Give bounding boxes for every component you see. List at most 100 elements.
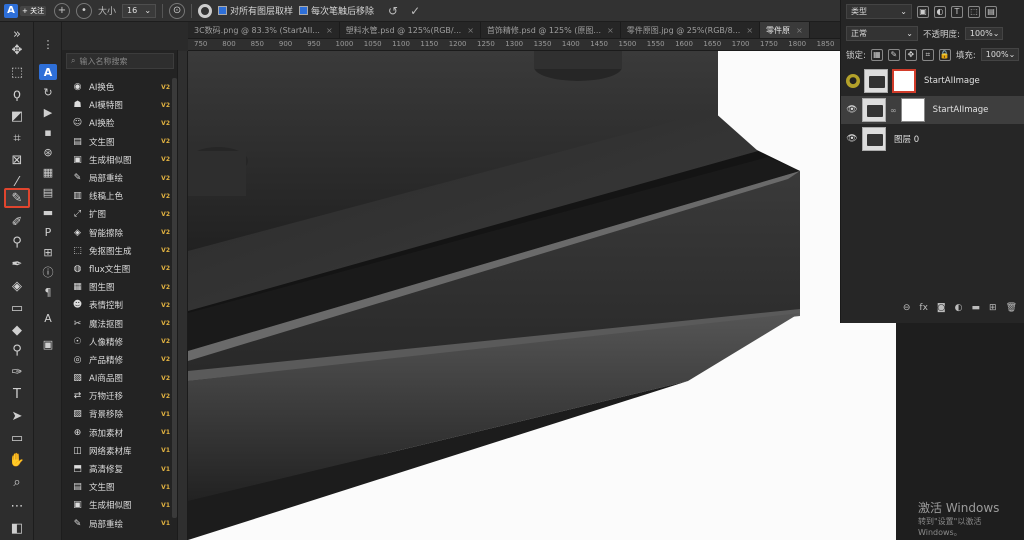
checkbox-checked-icon[interactable] (218, 6, 228, 15)
dodge-tool-icon[interactable]: ⚲ (4, 340, 30, 360)
feature-item[interactable]: ▤ 文生图 V2 (62, 133, 178, 151)
comment-icon[interactable]: ▬ (39, 204, 57, 220)
move-tool-icon[interactable]: ✥ (4, 40, 30, 60)
lock-all-icon[interactable]: 🔒 (938, 48, 951, 61)
blur-tool-icon[interactable]: ◆ (4, 320, 30, 340)
feature-item[interactable]: ⊕ 添加素材 V1 (62, 424, 178, 442)
feature-item[interactable]: ◉ AI换色 V2 (62, 78, 178, 96)
feature-item[interactable]: ✂ 魔法抠图 V2 (62, 314, 178, 332)
startai-logo-icon[interactable]: A (39, 64, 57, 80)
feature-item[interactable]: ☉ 人像精修 V2 (62, 333, 178, 351)
feature-item[interactable]: ☗ AI模特图 V2 (62, 96, 178, 114)
follow-button[interactable]: + 关注 (20, 5, 47, 16)
clone-stamp-tool-icon[interactable]: ⚲ (4, 232, 30, 252)
confirm-check-icon[interactable]: ✓ (410, 4, 420, 18)
search-input[interactable]: 输入名称搜索 (79, 56, 127, 67)
close-icon[interactable]: × (796, 26, 803, 35)
sample-all-layers-option[interactable]: 对所有图层取样 (218, 4, 293, 17)
undo-icon[interactable]: ↺ (388, 4, 398, 18)
document-tab[interactable]: 零件原图.jpg @ 25%(RGB/8... × (621, 22, 761, 38)
history-icon[interactable]: ↻ (39, 84, 57, 100)
feature-item[interactable]: ⬚ 免抠图生成 V2 (62, 242, 178, 260)
crop-tool-icon[interactable]: ⌗ (4, 128, 30, 148)
feature-item[interactable]: ▨ 背景移除 V1 (62, 405, 178, 423)
shape-filter-icon[interactable]: ⬚ (968, 5, 980, 18)
rectangle-tool-icon[interactable]: ▭ (4, 428, 30, 448)
gear-icon[interactable] (198, 3, 213, 18)
type-filter-icon[interactable]: T (951, 5, 963, 18)
image-icon[interactable]: ▣ (39, 336, 57, 352)
swatches-icon[interactable]: ▦ (39, 164, 57, 180)
feature-item[interactable]: ✎ 局部重绘 V2 (62, 169, 178, 187)
feature-item[interactable]: ▣ 生成相似图 V2 (62, 151, 178, 169)
lock-transparent-icon[interactable]: ▦ (870, 48, 883, 61)
brand-badge[interactable]: A + 关注 (4, 1, 48, 21)
scrollbar[interactable] (172, 78, 177, 518)
blend-mode-dropdown[interactable]: 正常 ⌄ (846, 26, 918, 41)
adjustment-filter-icon[interactable]: ◐ (934, 5, 946, 18)
fill-field[interactable]: 100% ⌄ (980, 48, 1019, 61)
brush-tool-icon[interactable]: ✐ (4, 212, 30, 232)
opacity-field[interactable]: 100% ⌄ (964, 27, 1003, 40)
smart-filter-icon[interactable]: ▤ (985, 5, 997, 18)
color-swatch-icon[interactable]: ◧ (4, 518, 30, 538)
eye-icon[interactable]: 👁 (846, 133, 858, 145)
link-layers-icon[interactable]: ⊖ (903, 303, 911, 313)
hand-tool-icon[interactable]: ✋ (4, 450, 30, 470)
type-tool-icon[interactable]: T (4, 384, 30, 404)
feature-item[interactable]: ◫ 网络素材库 V1 (62, 442, 178, 460)
quick-select-tool-icon[interactable]: ◩ (4, 106, 30, 126)
adjust-icon[interactable]: ⊞ (39, 244, 57, 260)
feature-item[interactable]: ◍ flux文生图 V2 (62, 260, 178, 278)
kind-filter-dropdown[interactable]: 类型 ⌄ (846, 4, 912, 19)
group-folder-icon[interactable]: ▬ (972, 303, 981, 313)
trash-icon[interactable]: 🗑 (1006, 303, 1017, 313)
healing-brush-tool-icon[interactable]: ✎ (4, 188, 30, 208)
layer-row-selected[interactable]: 👁 ∞ StartAIImage (841, 96, 1024, 124)
play-icon[interactable]: ▶ (39, 104, 57, 120)
more-tools-icon[interactable]: ⋯ (4, 496, 30, 516)
gradient-panel-icon[interactable]: ▤ (39, 184, 57, 200)
lock-image-icon[interactable]: ✎ (887, 48, 900, 61)
feature-item[interactable]: ◎ 产品精修 V2 (62, 351, 178, 369)
feature-item[interactable]: ▦ 图生图 V2 (62, 278, 178, 296)
adjustment-layer-icon[interactable]: ◐ (955, 303, 963, 313)
eraser-tool-icon[interactable]: ◈ (4, 276, 30, 296)
search-box[interactable]: ⌕ 输入名称搜索 (66, 53, 174, 69)
pen-tool-icon[interactable]: ✑ (4, 362, 30, 382)
document-tab[interactable]: 塑料水管.psd @ 125%(RGB/... × (340, 22, 481, 38)
info-icon[interactable]: ⓘ (39, 264, 57, 280)
zoom-tool-icon[interactable]: ⌕ (4, 472, 30, 492)
layer-mask-thumbnail[interactable] (900, 98, 925, 122)
feature-item[interactable]: ☺ AI换脸 V2 (62, 114, 178, 132)
path-select-tool-icon[interactable]: ➤ (4, 406, 30, 426)
close-icon[interactable]: × (326, 26, 333, 35)
document-tab[interactable]: 3C数码.png @ 83.3% (StartAII... × (188, 22, 340, 38)
image-filter-icon[interactable]: ▣ (917, 5, 929, 18)
feature-item[interactable]: ▤ 文生图 V1 (62, 478, 178, 496)
feature-item[interactable]: ✎ 局部重绘 V1 (62, 515, 178, 533)
layer-mask-thumbnail[interactable] (892, 69, 916, 93)
feature-item[interactable]: ▣ 生成相似图 V1 (62, 496, 178, 514)
feature-item[interactable]: ⇄ 万物迁移 V2 (62, 387, 178, 405)
character-icon[interactable]: A (39, 310, 57, 326)
visibility-off-icon[interactable]: ● (846, 74, 860, 88)
document-canvas[interactable] (188, 51, 840, 540)
remove-after-stroke-option[interactable]: 每次笔触后移除 (299, 4, 374, 17)
paragraph-icon[interactable]: ¶ (39, 284, 57, 300)
history-brush-tool-icon[interactable]: ✒ (4, 254, 30, 274)
document-tab[interactable]: 首饰精修.psd @ 125% (原图... × (481, 22, 621, 38)
lock-position-icon[interactable]: ✥ (904, 48, 917, 61)
brush-preset-icon[interactable]: • (76, 2, 92, 19)
checkbox-checked-icon[interactable] (299, 6, 309, 15)
fx-icon[interactable]: fx (919, 303, 928, 313)
lock-artboard-icon[interactable]: ⌗ (921, 48, 934, 61)
feature-item[interactable]: ◈ 智能擦除 V2 (62, 224, 178, 242)
feature-item[interactable]: ▧ AI商品图 V2 (62, 369, 178, 387)
layer-row[interactable]: 👁 图层 0 (841, 125, 1024, 153)
feature-item[interactable]: ☻ 表情控制 V2 (62, 296, 178, 314)
close-icon[interactable]: × (467, 26, 474, 35)
eye-icon[interactable]: 👁 (846, 104, 858, 116)
layer-row[interactable]: ● StartAIImage (841, 67, 1024, 95)
size-field[interactable]: 16 ⌄ (122, 3, 157, 18)
